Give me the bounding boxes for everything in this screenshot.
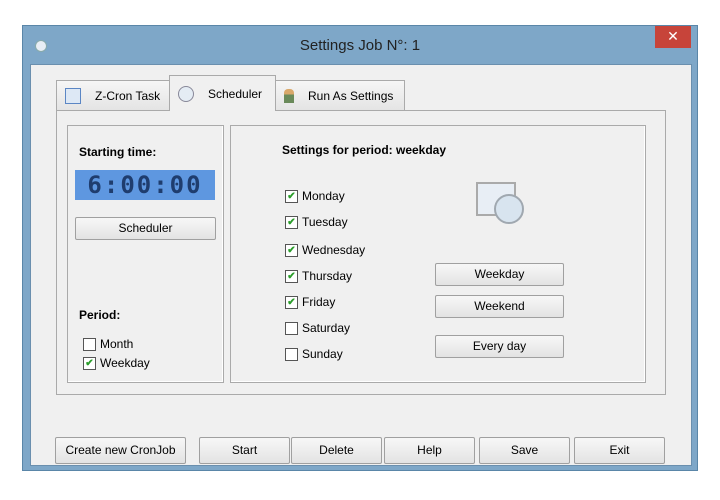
day-checkbox-friday[interactable]: ✔ Friday	[285, 294, 335, 310]
client-area: Z-Cron Task Scheduler Run As Settings St…	[30, 64, 692, 466]
checkbox-label: Wednesday	[302, 243, 366, 257]
starting-time-label: Starting time:	[79, 145, 157, 159]
period-options: Month ✔ Weekday	[83, 336, 150, 371]
help-button[interactable]: Help	[384, 437, 475, 464]
checkbox-label: Weekday	[100, 356, 150, 370]
day-checkbox-thursday[interactable]: ✔ Thursday	[285, 268, 352, 284]
checkbox-label: Tuesday	[302, 215, 348, 229]
period-heading: Settings for period: weekday	[282, 143, 447, 157]
period-settings-group: Settings for period: weekday ✔ Monday ✔ Tue…	[230, 125, 646, 383]
create-cronjob-button[interactable]: Create new CronJob	[55, 437, 186, 464]
day-checkbox-sunday[interactable]: Sunday	[285, 346, 343, 362]
clock-icon	[178, 85, 194, 102]
day-checkbox-tuesday[interactable]: ✔ Tuesday	[285, 214, 348, 230]
period-label: Period:	[79, 308, 121, 322]
starting-time-group: Starting time: 6:00:00 Scheduler Period:…	[67, 125, 224, 383]
checkbox-box[interactable]	[285, 347, 298, 361]
day-checkbox-saturday[interactable]: Saturday	[285, 320, 350, 336]
time-display[interactable]: 6:00:00	[75, 170, 215, 200]
checkbox-box[interactable]: ✔	[285, 243, 298, 257]
checkbox-label: Friday	[302, 295, 336, 309]
day-checkbox-wednesday[interactable]: ✔ Wednesday	[285, 242, 365, 258]
settings-window: Settings Job N°: 1 ✕ Z-Cron Task Schedul…	[22, 25, 698, 471]
scheduler-button[interactable]: Scheduler	[75, 217, 216, 240]
user-icon	[284, 88, 294, 103]
start-button[interactable]: Start	[199, 437, 290, 464]
checkbox-label: Monday	[302, 189, 345, 203]
tab-z-cron-task[interactable]: Z-Cron Task	[56, 80, 170, 110]
calendar-icon	[65, 87, 81, 104]
weekday-button[interactable]: Weekday	[435, 263, 564, 286]
every-day-button[interactable]: Every day	[435, 335, 564, 358]
checkbox-box[interactable]: ✔	[285, 295, 298, 309]
weekend-button[interactable]: Weekend	[435, 295, 564, 318]
tab-label: Run As Settings	[308, 88, 394, 103]
checkbox-box[interactable]	[83, 337, 96, 351]
checkbox-box[interactable]	[285, 321, 298, 335]
checkbox-label: Saturday	[302, 321, 351, 335]
calendar-clock-icon	[476, 182, 524, 224]
checkbox-label: Sunday	[302, 347, 343, 361]
checkbox-label: Thursday	[302, 269, 353, 283]
scheduler-panel: Starting time: 6:00:00 Scheduler Period:…	[56, 110, 666, 395]
tab-label: Scheduler	[208, 86, 263, 101]
checkbox-box[interactable]: ✔	[83, 356, 96, 370]
period-weekday-checkbox[interactable]: ✔ Weekday	[83, 355, 150, 371]
delete-button[interactable]: Delete	[291, 437, 382, 464]
checkbox-box[interactable]: ✔	[285, 189, 298, 203]
day-checkbox-monday[interactable]: ✔ Monday	[285, 188, 345, 204]
save-button[interactable]: Save	[479, 437, 570, 464]
checkbox-box[interactable]: ✔	[285, 269, 298, 283]
tab-label: Z-Cron Task	[95, 88, 161, 103]
checkbox-label: Month	[100, 337, 134, 351]
checkbox-box[interactable]: ✔	[285, 215, 298, 229]
period-month-checkbox[interactable]: Month	[83, 336, 150, 352]
exit-button[interactable]: Exit	[574, 437, 665, 464]
window-title: Settings Job N°: 1	[299, 37, 421, 54]
tab-run-as-settings[interactable]: Run As Settings	[275, 80, 405, 110]
close-button[interactable]: ✕	[655, 26, 691, 48]
tab-scheduler[interactable]: Scheduler	[169, 75, 276, 111]
